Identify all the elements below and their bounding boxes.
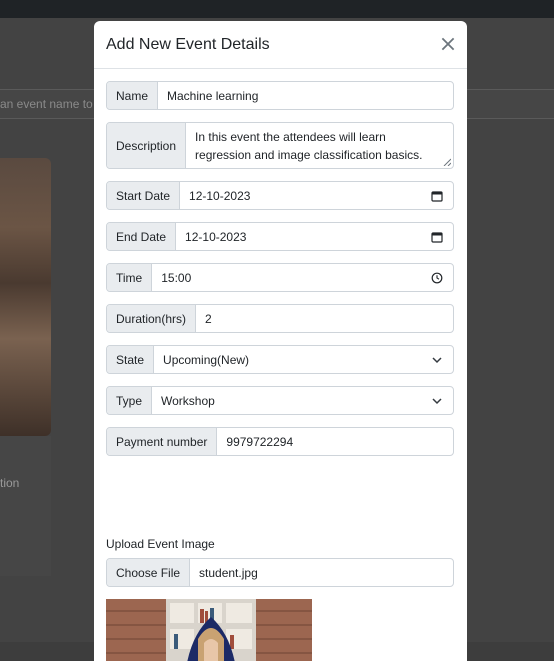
description-textarea[interactable]: In this event the attendees will learn r…: [186, 123, 453, 168]
upload-label: Upload Event Image: [106, 537, 215, 551]
state-selected-value: Upcoming(New): [163, 352, 250, 367]
start-date-label: Start Date: [107, 182, 181, 209]
end-date-value: 12-10-2023: [185, 229, 247, 244]
state-input-group: State Upcoming(New): [106, 345, 454, 374]
calendar-icon[interactable]: [431, 231, 443, 243]
time-label: Time: [107, 264, 153, 291]
end-date-label: End Date: [107, 223, 177, 250]
state-label: State: [107, 346, 155, 373]
clock-icon[interactable]: [431, 272, 443, 284]
description-label: Description: [107, 123, 187, 168]
calendar-icon[interactable]: [431, 190, 443, 202]
event-image-preview: [106, 599, 312, 661]
time-input[interactable]: 15:00: [152, 264, 453, 291]
time-input-group: Time 15:00: [106, 263, 454, 292]
name-input-group: Name Machine learning: [106, 81, 454, 110]
background-search-placeholder: an event name to s: [0, 97, 103, 111]
payment-label: Payment number: [107, 428, 218, 455]
payment-input-group: Payment number 9979722294: [106, 427, 454, 456]
time-value: 15:00: [161, 270, 192, 285]
resize-grip-icon[interactable]: [443, 158, 451, 166]
modal-title: Add New Event Details: [106, 36, 270, 53]
start-date-input[interactable]: 12-10-2023: [180, 182, 453, 209]
chevron-down-icon: [432, 397, 442, 404]
file-name: student.jpg: [199, 565, 258, 580]
start-date-value: 12-10-2023: [189, 188, 251, 203]
duration-label: Duration(hrs): [107, 305, 197, 332]
close-icon[interactable]: [439, 35, 457, 53]
name-input[interactable]: Machine learning: [158, 82, 453, 109]
chevron-down-icon: [432, 356, 442, 363]
background-card-body: [0, 436, 51, 576]
duration-input[interactable]: 2: [196, 305, 453, 332]
add-event-modal: Add New Event Details Name Machine learn…: [94, 21, 467, 661]
state-select[interactable]: Upcoming(New): [154, 346, 453, 373]
type-selected-value: Workshop: [161, 393, 215, 408]
start-date-input-group: Start Date 12-10-2023: [106, 181, 454, 210]
choose-file-button[interactable]: Choose File: [107, 559, 191, 586]
description-text: In this event the attendees will learn r…: [195, 130, 423, 162]
end-date-input-group: End Date 12-10-2023: [106, 222, 454, 251]
type-input-group: Type Workshop: [106, 386, 454, 415]
payment-input[interactable]: 9979722294: [217, 428, 453, 455]
end-date-input[interactable]: 12-10-2023: [176, 223, 453, 250]
description-input-group: Description In this event the attendees …: [106, 122, 454, 169]
background-topbar: [0, 0, 554, 18]
name-label: Name: [107, 82, 159, 109]
duration-input-group: Duration(hrs) 2: [106, 304, 454, 333]
type-label: Type: [107, 387, 153, 414]
background-card-text: tion: [0, 476, 20, 490]
background-card-image: [0, 158, 51, 436]
type-select[interactable]: Workshop: [152, 387, 453, 414]
modal-header: Add New Event Details: [94, 21, 467, 69]
file-input-group[interactable]: Choose File student.jpg: [106, 558, 454, 587]
